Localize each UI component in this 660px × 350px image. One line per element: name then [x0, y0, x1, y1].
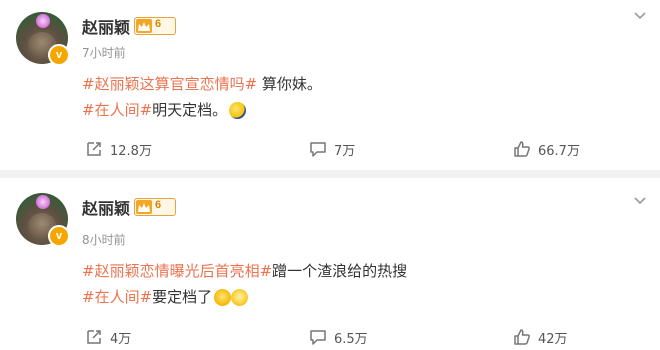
repost-count: 4万 [110, 331, 132, 347]
action-bar: 4万 6.5万 42万 [0, 326, 660, 348]
like-button[interactable]: 66.7万 [512, 138, 580, 160]
comment-icon [310, 142, 326, 157]
like-count: 66.7万 [538, 143, 580, 159]
post-time[interactable]: 7小时前 [82, 44, 126, 61]
repost-count: 12.8万 [110, 143, 152, 159]
avatar[interactable]: v [16, 12, 70, 66]
member-level: 6 [155, 199, 162, 211]
like-count: 42万 [538, 331, 568, 347]
avatar[interactable]: v [16, 193, 70, 247]
author-name[interactable]: 赵丽颖 [82, 14, 130, 38]
member-level: 6 [155, 18, 162, 30]
post-text-line: #在人间#要定档了 [82, 286, 249, 307]
verified-badge-icon: v [48, 225, 70, 247]
post-text-line: #在人间#明天定档。 [82, 99, 247, 120]
post-text-line: #赵丽颖这算官宣恋情吗# 算你妹。 [82, 73, 322, 94]
member-level-badge[interactable]: 6 [134, 198, 176, 216]
repost-button[interactable]: 12.8万 [84, 138, 152, 160]
comment-count: 6.5万 [334, 331, 368, 347]
comment-button[interactable]: 6.5万 [308, 326, 368, 348]
post-text: 蹭一个渣浪给的热搜 [272, 262, 408, 280]
repost-button[interactable]: 4万 [84, 326, 131, 348]
comment-button[interactable]: 7万 [308, 138, 355, 160]
thumbs-up-icon [514, 329, 530, 345]
verified-badge-icon: v [48, 44, 70, 66]
flower-decoration [36, 14, 50, 28]
hashtag-link[interactable]: #在人间# [82, 288, 152, 306]
comment-count: 7万 [334, 143, 356, 159]
post-text-line: #赵丽颖恋情曝光后首亮相#蹭一个渣浪给的热搜 [82, 260, 407, 281]
action-bar: 12.8万 7万 66.7万 [0, 138, 660, 160]
post-text: 明天定档。 [152, 101, 228, 119]
hashtag-link[interactable]: #赵丽颖恋情曝光后首亮相# [82, 262, 272, 280]
crown-icon [136, 19, 152, 33]
weibo-feed: v 赵丽颖 6 7小时前 #赵丽颖这算官宣恋情吗# 算你妹。 #在人间#明天定档… [0, 0, 660, 350]
member-level-badge[interactable]: 6 [134, 17, 176, 35]
thumbs-up-icon [514, 141, 530, 157]
post-text: 要定档了 [152, 288, 213, 306]
repost-icon [87, 330, 101, 344]
hashtag-link[interactable]: #赵丽颖这算官宣恋情吗# [82, 75, 257, 93]
flower-decoration [36, 195, 50, 209]
crown-icon [136, 200, 152, 214]
chevron-down-icon[interactable] [634, 197, 646, 205]
hashtag-link[interactable]: #在人间# [82, 101, 152, 119]
like-button[interactable]: 42万 [512, 326, 568, 348]
weibo-post: v 赵丽颖 6 7小时前 #赵丽颖这算官宣恋情吗# 算你妹。 #在人间#明天定档… [0, 0, 660, 170]
post-text: 算你妹。 [257, 75, 322, 93]
crying-emoji-icon [214, 289, 232, 306]
comment-icon [310, 330, 326, 345]
post-time[interactable]: 8小时前 [82, 231, 126, 248]
author-name[interactable]: 赵丽颖 [82, 195, 130, 219]
repost-icon [87, 142, 101, 156]
shocked-emoji-icon [231, 289, 249, 306]
moon-emoji-icon [229, 102, 247, 119]
chevron-down-icon[interactable] [634, 12, 646, 20]
weibo-post: v 赵丽颖 6 8小时前 #赵丽颖恋情曝光后首亮相#蹭一个渣浪给的热搜 #在人间… [0, 178, 660, 350]
